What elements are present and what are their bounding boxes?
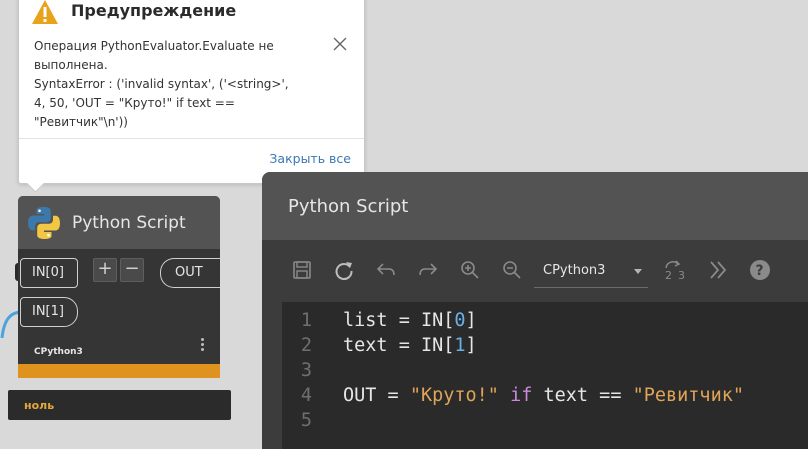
code-token: ]: [465, 335, 477, 356]
run-icon[interactable]: [333, 259, 355, 281]
code-token: text ==: [532, 385, 633, 406]
code-token: ]: [465, 310, 477, 331]
redo-icon[interactable]: [417, 259, 439, 281]
editor-title: Python Script: [288, 196, 409, 217]
python-script-node[interactable]: Python Script IN[0] IN[1] + − OUT CPytho…: [18, 196, 220, 378]
engine-dropdown[interactable]: CPython3: [534, 256, 648, 288]
save-icon[interactable]: [291, 259, 313, 281]
more-options-icon[interactable]: [200, 338, 206, 356]
node-status-bar: [18, 364, 220, 378]
code-token: "Ревитчик": [632, 385, 744, 406]
output-port-out[interactable]: OUT: [160, 258, 220, 288]
undo-icon[interactable]: [375, 259, 397, 281]
svg-text:?: ?: [756, 263, 764, 279]
code-text: OUT = "Круто!" if text == "Ревитчик": [343, 385, 744, 406]
zoom-out-icon[interactable]: [501, 259, 523, 281]
engine-dropdown-value: CPython3: [543, 263, 606, 278]
line-number: 2: [300, 335, 312, 356]
preview-value: ноль: [24, 399, 55, 412]
input-port-in1[interactable]: IN[1]: [20, 297, 78, 327]
close-all-link[interactable]: Закрыть все: [269, 151, 351, 166]
node-title: Python Script: [72, 213, 186, 233]
input-port-in0[interactable]: IN[0]: [20, 258, 78, 288]
line-number: 1: [300, 310, 312, 331]
node-preview: ноль: [8, 390, 231, 420]
code-token: list = IN[: [343, 310, 455, 331]
warning-icon: [32, 0, 58, 24]
code-token: if: [510, 385, 533, 406]
code-text: list = IN[0]: [343, 310, 477, 331]
close-icon[interactable]: [331, 35, 349, 53]
code-token: text = IN[: [343, 335, 455, 356]
help-icon[interactable]: ?: [749, 259, 771, 281]
more-chevron-icon[interactable]: [707, 259, 729, 281]
add-input-button[interactable]: +: [93, 258, 117, 282]
convert-engine-icon[interactable]: 2 3: [662, 259, 690, 281]
svg-text:2: 2: [665, 269, 672, 281]
code-token: 1: [454, 335, 466, 356]
warning-title: Предупреждение: [71, 1, 237, 20]
chevron-down-icon: [634, 269, 642, 274]
python-editor-window: Python Script CPython3 2 3 ? 1 list = IN…: [262, 172, 808, 449]
code-editor[interactable]: 1 list = IN[0] 2 text = IN[1] 3 4 OUT = "Круто…: [282, 302, 808, 449]
python-logo-icon: [28, 207, 60, 239]
code-text: text = IN[1]: [343, 335, 477, 356]
zoom-in-icon[interactable]: [459, 259, 481, 281]
divider: [19, 138, 364, 139]
node-header[interactable]: Python Script: [18, 196, 220, 249]
line-number: 3: [300, 360, 312, 381]
line-number: 5: [300, 410, 312, 431]
svg-text:3: 3: [678, 269, 685, 281]
remove-input-button[interactable]: −: [120, 258, 144, 282]
warning-popup: Предупреждение Операция PythonEvaluator.…: [18, 0, 365, 184]
warning-message: Операция PythonEvaluator.Evaluate не вып…: [34, 39, 289, 129]
code-token: 0: [454, 310, 466, 331]
editor-titlebar[interactable]: Python Script: [262, 172, 808, 240]
line-number: 4: [300, 385, 312, 406]
code-token: "Круто!": [409, 385, 499, 406]
node-engine-label: CPython3: [34, 347, 83, 357]
code-token: OUT =: [343, 385, 410, 406]
